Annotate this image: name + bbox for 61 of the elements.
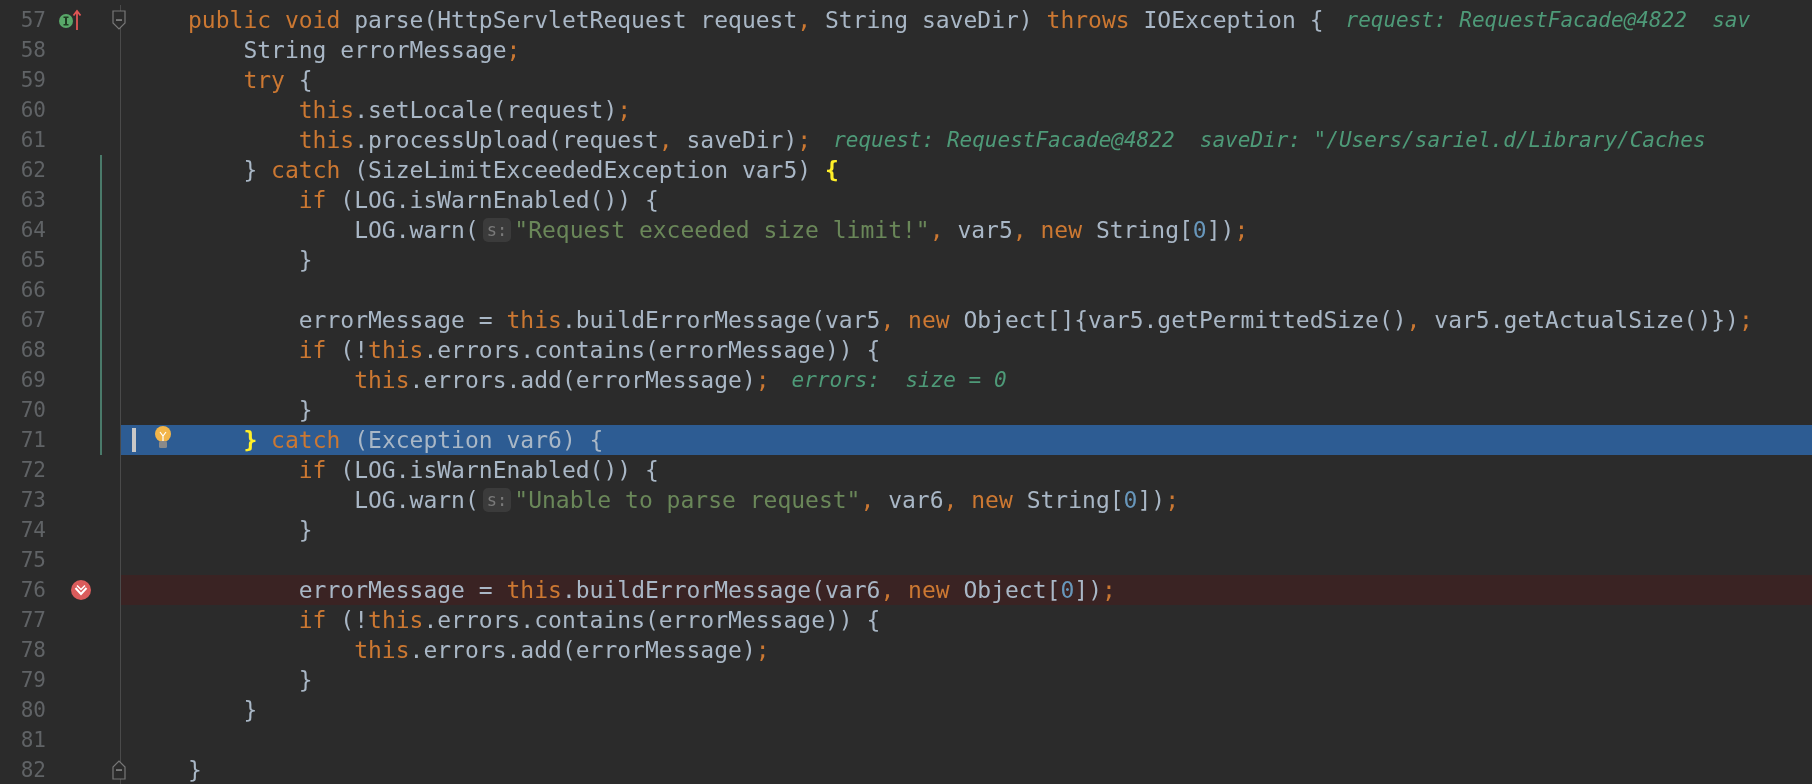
line-number: 76 — [19, 577, 46, 604]
code-text: this.errors.add(errorMessage); — [353, 636, 770, 665]
code-text: } — [297, 246, 313, 275]
code-text: try { — [242, 66, 313, 95]
line-number: 78 — [19, 637, 46, 664]
code-text: if (LOG.isWarnEnabled()) { — [297, 456, 659, 485]
parameter-hint: s: — [482, 218, 512, 242]
line-number: 62 — [19, 157, 46, 184]
line-number: 72 — [19, 457, 46, 484]
fold-icon[interactable] — [112, 10, 126, 30]
breakpoint-icon[interactable] — [70, 579, 92, 601]
code-text: if (!this.errors.contains(errorMessage)) { — [297, 606, 881, 635]
line-number: 82 — [19, 757, 46, 784]
line-number: 77 — [19, 607, 46, 634]
code-text: this.setLocale(request); — [297, 96, 632, 125]
code-text: if (LOG.isWarnEnabled()) { — [297, 186, 659, 215]
line-number: 69 — [19, 367, 46, 394]
line-number: 71 — [19, 427, 46, 454]
code-text: } — [297, 516, 313, 545]
code-text: } catch (Exception var6) { — [242, 426, 604, 455]
code-text: this.errors.add(errorMessage); — [353, 366, 770, 395]
line-number: 80 — [19, 697, 46, 724]
line-number: 73 — [19, 487, 46, 514]
line-number: 59 — [19, 67, 46, 94]
code-text: "Unable to parse request", var6, new String[0]); — [514, 486, 1179, 515]
line-number: 64 — [19, 217, 46, 244]
inline-debug-value: request: RequestFacade@4822 sav — [1345, 7, 1751, 34]
line-number: 66 — [19, 277, 46, 304]
inline-debug-value: errors: size = 0 — [791, 367, 1007, 394]
line-number: 65 — [19, 247, 46, 274]
code-text: "Request exceeded size limit!", var5, new String[0]); — [514, 216, 1249, 245]
code-text: errorMessage = this.buildErrorMessage(var5, new Object[]{var5.getPermittedSize(), var5.getActualSize()}); — [297, 306, 1753, 335]
line-number: 67 — [19, 307, 46, 334]
lightbulb-icon[interactable] — [153, 425, 173, 451]
line-number: 57 — [19, 7, 46, 34]
line-number: 61 — [19, 127, 46, 154]
code-text: } — [297, 666, 313, 695]
code-text: } — [297, 396, 313, 425]
code-text: public void parse(HttpServletRequest request, String saveDir) throws IOException { — [188, 6, 1324, 35]
line-number: 81 — [19, 727, 46, 754]
code-text: } — [188, 756, 202, 784]
inline-debug-value: request: RequestFacade@4822 saveDir: "/Users/sariel.d/Library/Caches — [833, 127, 1706, 154]
code-text: } — [242, 696, 258, 725]
line-number: 70 — [19, 397, 46, 424]
line-number: 63 — [19, 187, 46, 214]
code-text: this.processUpload(request, saveDir); — [297, 126, 812, 155]
line-number: 74 — [19, 517, 46, 544]
code-text: LOG.warn( — [353, 486, 479, 515]
line-number: 79 — [19, 667, 46, 694]
line-number: 68 — [19, 337, 46, 364]
fold-icon[interactable] — [112, 760, 126, 780]
line-number: 75 — [19, 547, 46, 574]
line-number: 58 — [19, 37, 46, 64]
line-number: 60 — [19, 97, 46, 124]
code-text: LOG.warn( — [353, 216, 479, 245]
code-text: errorMessage = this.buildErrorMessage(var6, new Object[0]); — [297, 576, 1116, 605]
parameter-hint: s: — [482, 488, 512, 512]
code-text: if (!this.errors.contains(errorMessage)) { — [297, 336, 881, 365]
code-text: } catch (SizeLimitExceededException var5) { — [242, 156, 839, 185]
text-caret — [132, 428, 136, 452]
code-text: String errorMessage; — [242, 36, 521, 65]
